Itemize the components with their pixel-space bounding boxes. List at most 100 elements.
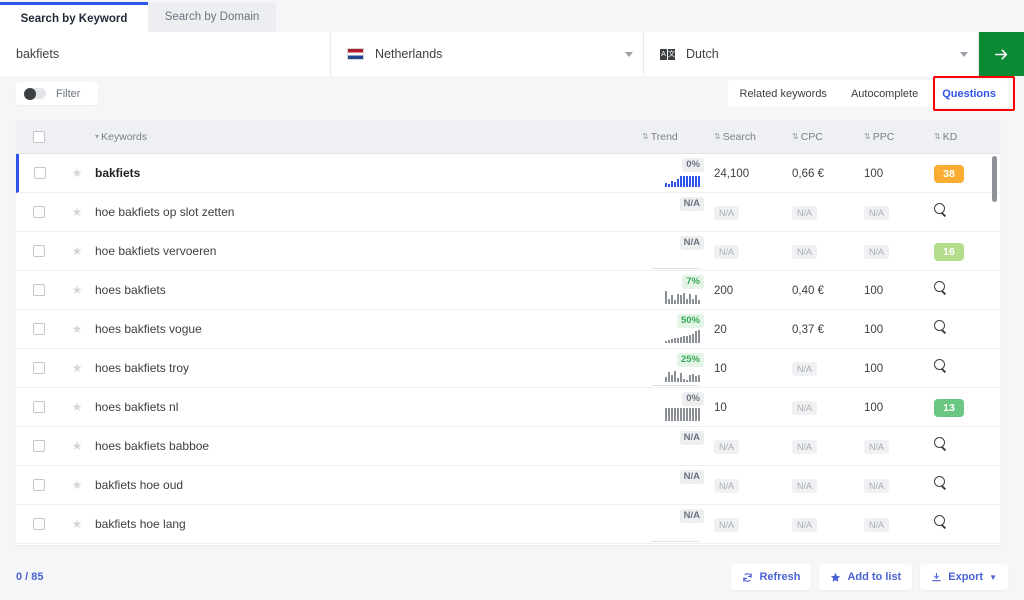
trend-percent-badge: N/A xyxy=(680,236,704,250)
row-checkbox[interactable] xyxy=(33,284,45,296)
cell-value: N/A xyxy=(864,518,889,532)
trend-cell: 50% xyxy=(638,310,708,349)
cell-value: 0,66 € xyxy=(792,168,824,180)
table-row[interactable]: ★hoes bakfiets babboeN/AN/AN/AN/A xyxy=(16,427,1000,466)
table-row[interactable]: ★bakfiets hoe oudN/AN/AN/AN/A xyxy=(16,466,1000,505)
row-checkbox[interactable] xyxy=(34,167,46,179)
mode-autocomplete[interactable]: Autocomplete xyxy=(839,80,930,107)
table-row[interactable]: ★hoes bakfiets vogue50%200,37 €100 xyxy=(16,310,1000,349)
cell-value: 0,37 € xyxy=(792,324,824,336)
keyword-cell[interactable]: hoes bakfiets vogue xyxy=(93,320,638,338)
sort-icon: ▾ xyxy=(95,133,98,141)
star-icon[interactable]: ★ xyxy=(72,283,83,297)
table-row[interactable]: ★hoes bakfiets nl0%10N/A10013 xyxy=(16,388,1000,427)
tab-label: Search by Keyword xyxy=(21,13,128,25)
star-icon[interactable]: ★ xyxy=(72,244,83,258)
column-header-search[interactable]: ⇅ Search xyxy=(708,131,786,143)
country-select[interactable]: Netherlands xyxy=(331,32,644,76)
row-checkbox[interactable] xyxy=(33,518,45,530)
keyword-field-wrap xyxy=(0,32,331,76)
keyword-cell[interactable]: hoe bakfiets op slot zetten xyxy=(93,203,638,221)
search-submit-button[interactable] xyxy=(979,32,1024,76)
row-checkbox[interactable] xyxy=(33,401,45,413)
row-checkbox[interactable] xyxy=(33,440,45,452)
table-row[interactable]: ★bakfiets0%24,1000,66 €10038 xyxy=(16,154,1000,193)
trend-percent-badge: 0% xyxy=(682,392,704,406)
selection-counter: 0 / 85 xyxy=(16,571,44,583)
toggle-switch-icon[interactable] xyxy=(24,88,46,99)
table-scrollbar[interactable] xyxy=(992,156,997,506)
keyword-input[interactable] xyxy=(16,47,314,61)
table-row[interactable]: ★hoes bakfiets troy25%10N/A100 xyxy=(16,349,1000,388)
ppc-cell: N/A xyxy=(858,242,928,260)
ppc-cell: 100 xyxy=(858,359,928,377)
cell-value: N/A xyxy=(714,440,739,454)
table-row[interactable]: ★hoe bakfiets op slot zettenN/AN/AN/AN/A xyxy=(16,193,1000,232)
keyword-cell[interactable]: hoes bakfiets babboe xyxy=(93,437,638,455)
kd-cell xyxy=(928,203,990,221)
search-icon[interactable] xyxy=(934,437,947,450)
star-icon[interactable]: ★ xyxy=(72,439,83,453)
row-select-cell xyxy=(16,284,61,296)
keyword-text: bakfiets hoe oud xyxy=(95,478,183,492)
star-icon[interactable]: ★ xyxy=(72,322,83,336)
export-button[interactable]: Export ▼ xyxy=(920,564,1008,590)
keyword-cell[interactable]: hoes bakfiets xyxy=(93,281,638,299)
keyword-cell[interactable]: bakfiets xyxy=(93,164,638,182)
mode-questions[interactable]: Questions xyxy=(930,80,1008,107)
refresh-button[interactable]: Refresh xyxy=(731,564,811,590)
cell-value: 100 xyxy=(864,363,883,375)
table-row[interactable]: ★hoes bakfiets7%2000,40 €100 xyxy=(16,271,1000,310)
search-volume-cell: N/A xyxy=(708,203,786,221)
select-all-checkbox[interactable] xyxy=(33,131,45,143)
star-icon[interactable]: ★ xyxy=(72,478,83,492)
star-icon[interactable]: ★ xyxy=(72,361,83,375)
keyword-cell[interactable]: hoe bakfiets vervoeren xyxy=(93,242,638,260)
row-checkbox[interactable] xyxy=(33,323,45,335)
ppc-cell: N/A xyxy=(858,437,928,455)
keyword-cell[interactable]: hoes bakfiets troy xyxy=(93,359,638,377)
column-header-keywords[interactable]: ▾ Keywords xyxy=(93,131,638,143)
column-header-trend[interactable]: ⇅ Trend xyxy=(638,131,708,143)
mode-label: Questions xyxy=(942,88,996,100)
table-row[interactable]: ★bakfiets hoe langN/AN/AN/AN/A xyxy=(16,505,1000,544)
kd-cell: 16 xyxy=(928,242,990,261)
trend-sparkline xyxy=(665,406,700,421)
filter-toggle[interactable]: Filter xyxy=(16,82,98,105)
search-icon[interactable] xyxy=(934,203,947,216)
search-icon[interactable] xyxy=(934,515,947,528)
column-header-kd[interactable]: ⇅ KD xyxy=(928,131,990,143)
search-volume-cell: 10 xyxy=(708,398,786,416)
scrollbar-thumb[interactable] xyxy=(992,156,997,202)
row-select-cell xyxy=(16,518,61,530)
keyword-cell[interactable]: bakfiets hoe oud xyxy=(93,476,638,494)
search-icon[interactable] xyxy=(934,359,947,372)
star-icon[interactable]: ★ xyxy=(72,517,83,531)
language-select[interactable]: A文 Dutch xyxy=(644,32,979,76)
keyword-cell[interactable]: bakfiets hoe lang xyxy=(93,515,638,533)
button-label: Export xyxy=(948,571,983,583)
trend-percent-badge: 7% xyxy=(682,275,704,289)
row-checkbox[interactable] xyxy=(33,245,45,257)
search-icon[interactable] xyxy=(934,281,947,294)
search-icon[interactable] xyxy=(934,476,947,489)
row-checkbox[interactable] xyxy=(33,479,45,491)
search-icon[interactable] xyxy=(934,320,947,333)
add-to-list-button[interactable]: Add to list xyxy=(819,564,912,590)
column-header-cpc[interactable]: ⇅ CPC xyxy=(786,131,858,143)
cell-value: 10 xyxy=(714,402,727,414)
star-icon[interactable]: ★ xyxy=(72,205,83,219)
tab-search-by-domain[interactable]: Search by Domain xyxy=(148,2,276,32)
kd-cell xyxy=(928,437,990,455)
row-checkbox[interactable] xyxy=(33,206,45,218)
mode-related-keywords[interactable]: Related keywords xyxy=(728,80,839,107)
tab-search-by-keyword[interactable]: Search by Keyword xyxy=(0,2,148,32)
table-row[interactable]: ★hoe bakfiets vervoerenN/AN/AN/AN/A16 xyxy=(16,232,1000,271)
cell-value: 100 xyxy=(864,285,883,297)
keyword-cell[interactable]: hoes bakfiets nl xyxy=(93,398,638,416)
star-icon[interactable]: ★ xyxy=(72,400,83,414)
star-icon[interactable]: ★ xyxy=(72,166,83,180)
row-checkbox[interactable] xyxy=(33,362,45,374)
top-tab-bar: Search by Keyword Search by Domain xyxy=(0,0,1024,32)
column-header-ppc[interactable]: ⇅ PPC xyxy=(858,131,928,143)
